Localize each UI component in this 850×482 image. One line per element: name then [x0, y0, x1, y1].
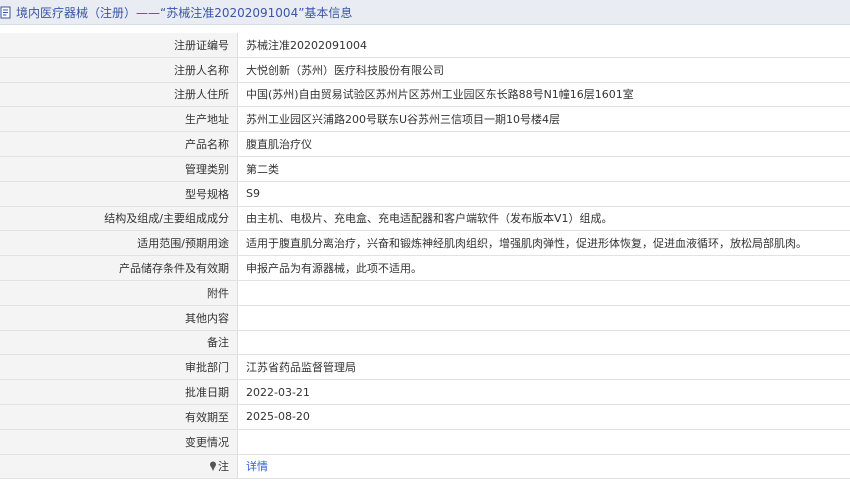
field-value: 江苏省药品监督管理局 [237, 354, 850, 381]
table-row: 有效期至 2025-08-20 [0, 404, 850, 430]
field-value: 由主机、电极片、充电盒、充电适配器和客户端软件（发布版本V1）组成。 [237, 206, 850, 232]
field-value [237, 305, 850, 331]
field-value: 腹直肌治疗仪 [237, 131, 850, 157]
details-link[interactable]: 详情 [237, 454, 850, 480]
table-row: 产品名称 腹直肌治疗仪 [0, 131, 850, 157]
field-label: 适用范围/预期用途 [0, 230, 238, 257]
field-value [237, 280, 850, 306]
field-label: 产品名称 [0, 131, 238, 157]
field-value: 申报产品为有源器械，此项不适用。 [237, 255, 850, 281]
field-label: 其他内容 [0, 305, 238, 331]
table-row: 注册人名称 大悦创新（苏州）医疗科技股份有限公司 [0, 57, 850, 83]
table-row: 变更情况 [0, 429, 850, 455]
field-value: 中国(苏州)自由贸易试验区苏州片区苏州工业园区东长路88号N1幢16层1601室 [237, 82, 850, 108]
field-label: 结构及组成/主要组成成分 [0, 206, 238, 232]
field-value: 第二类 [237, 156, 850, 182]
table-row: 生产地址 苏州工业园区兴浦路200号联东U谷苏州三信项目一期10号楼4层 [0, 106, 850, 133]
field-value: 2025-08-20 [237, 404, 850, 430]
field-label: 产品储存条件及有效期 [0, 255, 238, 281]
field-label: 型号规格 [0, 181, 238, 207]
field-label: 管理类别 [0, 156, 238, 182]
table-row: 结构及组成/主要组成成分 由主机、电极片、充电盒、充电适配器和客户端软件（发布版本… [0, 206, 850, 232]
page-header: 境内医疗器械（注册）——“苏械注准20202091004”基本信息 [0, 0, 850, 25]
table-row-note: 注详情 [0, 454, 850, 480]
field-label: 审批部门 [0, 354, 238, 381]
field-label: 批准日期 [0, 379, 238, 405]
field-value: 苏械注准20202091004 [237, 33, 850, 58]
table-row: 批准日期 2022-03-21 [0, 379, 850, 405]
field-value: 大悦创新（苏州）医疗科技股份有限公司 [237, 57, 850, 83]
field-label: 注册证编号 [0, 33, 238, 58]
field-value [237, 330, 850, 356]
table-row: 适用范围/预期用途 适用于腹直肌分离治疗，兴奋和锻炼神经肌肉组织，增强肌肉弹性，促… [0, 230, 850, 257]
document-icon [0, 5, 14, 19]
table-row: 备注 [0, 330, 850, 356]
field-label: 有效期至 [0, 404, 238, 430]
info-table: 注册证编号 苏械注准20202091004 注册人名称 大悦创新（苏州）医疗科技股份有… [0, 33, 850, 480]
page-title: 境内医疗器械（注册）——“苏械注准20202091004”基本信息 [16, 5, 353, 20]
table-row: 其他内容 [0, 305, 850, 331]
table-row: 附件 [0, 280, 850, 306]
field-value: 适用于腹直肌分离治疗，兴奋和锻炼神经肌肉组织，增强肌肉弹性，促进形体恢复，促进血… [237, 230, 850, 257]
field-label: 备注 [0, 330, 238, 356]
field-label: 注册人住所 [0, 82, 238, 108]
field-value: S9 [237, 181, 850, 207]
field-label: 附件 [0, 280, 238, 306]
field-label: 变更情况 [0, 429, 238, 455]
table-row: 产品储存条件及有效期 申报产品为有源器械，此项不适用。 [0, 255, 850, 281]
field-value [237, 429, 850, 455]
table-row: 注册人住所 中国(苏州)自由贸易试验区苏州片区苏州工业园区东长路88号N1幢16层… [0, 82, 850, 108]
table-row: 型号规格 S9 [0, 181, 850, 207]
field-value: 2022-03-21 [237, 379, 850, 405]
field-label: 注册人名称 [0, 57, 238, 83]
table-row: 审批部门 江苏省药品监督管理局 [0, 354, 850, 381]
note-label: 注 [218, 460, 229, 474]
table-row: 管理类别 第二类 [0, 156, 850, 182]
pin-icon [209, 461, 217, 474]
field-value: 苏州工业园区兴浦路200号联东U谷苏州三信项目一期10号楼4层 [237, 106, 850, 133]
note-label-cell: 注 [0, 454, 238, 480]
table-row: 注册证编号 苏械注准20202091004 [0, 33, 850, 58]
field-label: 生产地址 [0, 106, 238, 133]
